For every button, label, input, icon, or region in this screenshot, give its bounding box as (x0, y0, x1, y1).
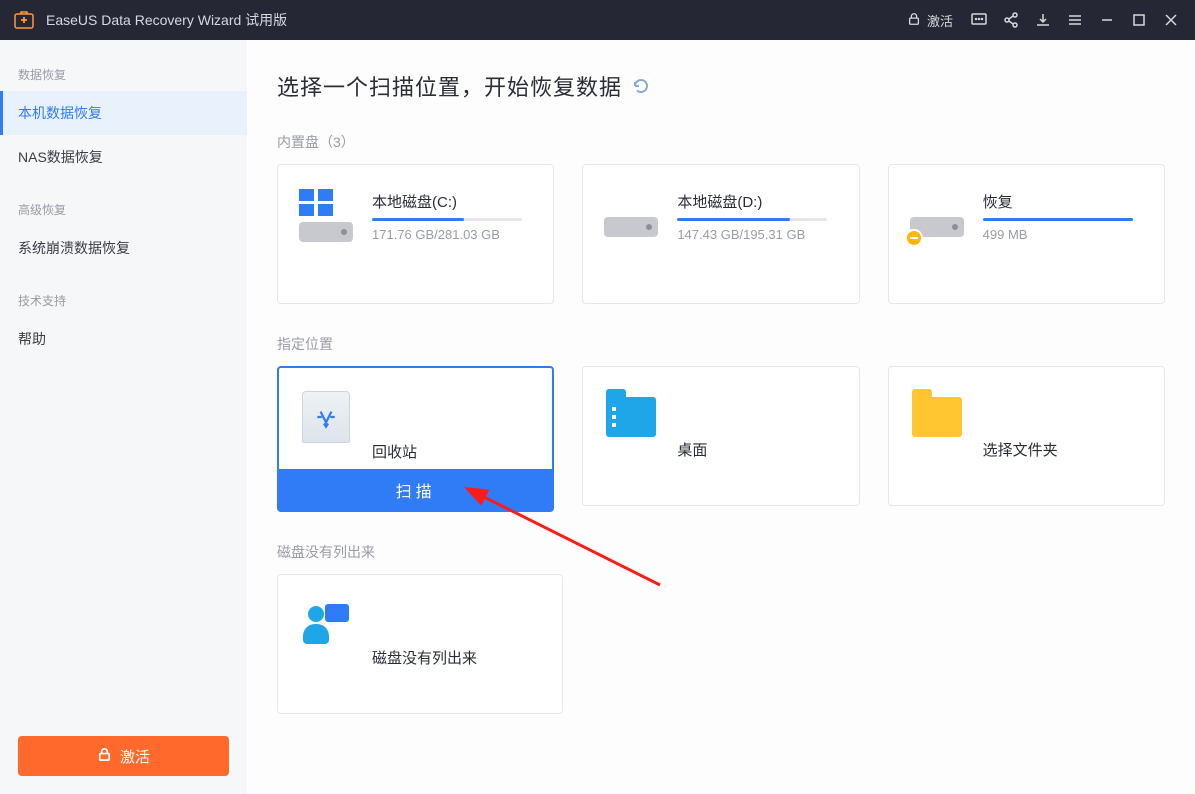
disk-name: 本地磁盘(D:) (677, 191, 827, 212)
location-name: 回收站 (372, 441, 417, 462)
support-person-icon (298, 597, 354, 653)
maximize-icon[interactable] (1123, 0, 1155, 40)
disk-card-d[interactable]: 本地磁盘(D:) 147.43 GB/195.31 GB (582, 164, 859, 304)
menu-icon[interactable] (1059, 0, 1091, 40)
sidebar-item-crash-recovery[interactable]: 系统崩溃数据恢复 (0, 226, 247, 270)
disk-name: 恢复 (983, 191, 1133, 212)
sidebar-section-title: 技术支持 (0, 284, 247, 317)
disk-icon (909, 187, 965, 243)
lock-icon (97, 747, 112, 766)
disk-card-c[interactable]: 本地磁盘(C:) 171.76 GB/281.03 GB (277, 164, 554, 304)
lock-icon (907, 12, 921, 29)
activate-button[interactable]: 激活 (18, 736, 229, 776)
sidebar-item-help[interactable]: 帮助 (0, 317, 247, 361)
sidebar: 数据恢复 本机数据恢复 NAS数据恢复 高级恢复 系统崩溃数据恢复 技术支持 帮… (0, 40, 247, 794)
folder-icon (603, 389, 659, 445)
location-name: 桌面 (677, 439, 707, 460)
refresh-icon[interactable] (632, 77, 650, 95)
disk-icon (298, 187, 354, 243)
section-label-internal-disks: 内置盘（3） (277, 132, 1165, 152)
location-name: 选择文件夹 (983, 439, 1058, 460)
disk-usage-text: 147.43 GB/195.31 GB (677, 227, 827, 242)
close-icon[interactable] (1155, 0, 1187, 40)
sidebar-item-local-recovery[interactable]: 本机数据恢复 (0, 91, 247, 135)
disk-usage-bar (372, 218, 464, 221)
app-logo-icon (14, 10, 34, 30)
location-card-recycle-bin[interactable]: 回收站 扫描 (277, 366, 554, 512)
scan-button[interactable]: 扫描 (277, 469, 554, 511)
disk-usage-bar (677, 218, 790, 221)
section-label-disk-missing: 磁盘没有列出来 (277, 542, 1165, 562)
folder-icon (909, 389, 965, 445)
minimize-icon[interactable] (1091, 0, 1123, 40)
disk-icon (603, 187, 659, 243)
titlebar: EaseUS Data Recovery Wizard 试用版 激活 (0, 0, 1195, 40)
disk-usage-text: 499 MB (983, 227, 1133, 242)
activate-button-label: 激活 (120, 746, 150, 767)
sidebar-section-title: 数据恢复 (0, 58, 247, 91)
disk-usage-text: 171.76 GB/281.03 GB (372, 227, 522, 242)
recycle-bin-icon (298, 389, 354, 445)
disk-card-recovery[interactable]: 恢复 499 MB (888, 164, 1165, 304)
location-card-select-folder[interactable]: 选择文件夹 (888, 366, 1165, 506)
share-icon[interactable] (995, 0, 1027, 40)
main-panel: 选择一个扫描位置，开始恢复数据 内置盘（3） 本地磁盘(C:) 171.76 G… (247, 40, 1195, 794)
disk-usage-bar (983, 218, 1133, 221)
sidebar-item-nas-recovery[interactable]: NAS数据恢复 (0, 135, 247, 179)
download-icon[interactable] (1027, 0, 1059, 40)
disk-name: 本地磁盘(C:) (372, 191, 522, 212)
warning-icon (905, 229, 923, 247)
disk-missing-card[interactable]: 磁盘没有列出来 (277, 574, 563, 714)
location-card-desktop[interactable]: 桌面 (582, 366, 859, 506)
section-label-specify-location: 指定位置 (277, 334, 1165, 354)
sidebar-section-title: 高级恢复 (0, 193, 247, 226)
page-title: 选择一个扫描位置，开始恢复数据 (277, 70, 622, 102)
disk-missing-text: 磁盘没有列出来 (372, 647, 477, 668)
titlebar-activate-button[interactable]: 激活 (897, 11, 963, 30)
feedback-icon[interactable] (963, 0, 995, 40)
titlebar-activate-label: 激活 (927, 11, 953, 30)
app-title: EaseUS Data Recovery Wizard 试用版 (46, 10, 287, 30)
